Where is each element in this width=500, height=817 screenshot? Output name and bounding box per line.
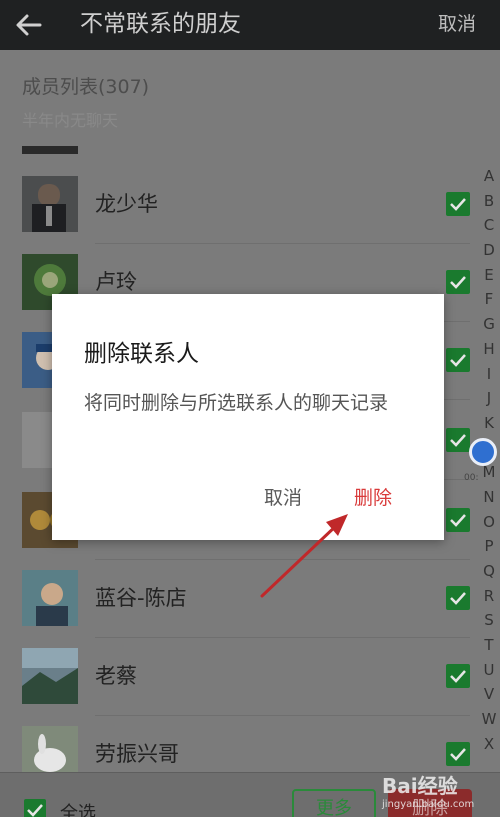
watermark-brand: Bai经验 <box>382 774 458 798</box>
contact-name: 老蔡 <box>95 664 137 688</box>
dialog-delete-button[interactable]: 删除 <box>354 483 392 510</box>
more-button[interactable]: 更多 <box>292 789 376 817</box>
avatar <box>22 570 78 626</box>
index-letter[interactable]: D <box>478 238 500 263</box>
index-letter[interactable]: H <box>478 337 500 362</box>
members-subtitle: 半年内无聊天 <box>22 111 119 130</box>
checkbox-checked-icon[interactable] <box>446 192 470 216</box>
index-letter[interactable]: T <box>478 633 500 658</box>
contact-name: 劳振兴哥 <box>95 742 179 766</box>
members-count-header: 成员列表(307) <box>22 76 150 98</box>
select-all-checkbox-icon[interactable] <box>24 799 46 817</box>
checkbox-checked-icon[interactable] <box>446 508 470 532</box>
dialog-title: 删除联系人 <box>84 341 199 367</box>
checkbox-checked-icon[interactable] <box>446 348 470 372</box>
top-bar: 不常联系的朋友 取消 <box>0 0 500 50</box>
list-item[interactable]: 蓝谷-陈店 <box>0 560 470 638</box>
index-letter[interactable]: J <box>478 386 500 411</box>
index-letter[interactable]: R <box>478 584 500 609</box>
index-letter[interactable]: X <box>478 732 500 757</box>
checkbox-checked-icon[interactable] <box>446 270 470 294</box>
contact-name: 龙少华 <box>95 192 158 216</box>
baidu-watermark: Bai经验 jingyan.baidu.com <box>382 770 494 814</box>
dialog-message: 将同时删除与所选联系人的聊天记录 <box>84 392 389 414</box>
scroll-label: 00: <box>464 473 479 483</box>
index-letter[interactable]: I <box>478 362 500 387</box>
index-letter[interactable]: P <box>478 534 500 559</box>
contact-name: 蓝谷-陈店 <box>95 586 187 610</box>
delete-contact-dialog: 删除联系人 将同时删除与所选联系人的聊天记录 取消 删除 <box>52 294 444 540</box>
page-title: 不常联系的朋友 <box>80 11 241 37</box>
index-letter[interactable]: S <box>478 608 500 633</box>
index-letter[interactable]: Q <box>478 559 500 584</box>
list-item[interactable]: 龙少华 <box>0 166 470 244</box>
index-letter[interactable]: V <box>478 682 500 707</box>
index-letter[interactable]: C <box>478 213 500 238</box>
dialog-cancel-button[interactable]: 取消 <box>264 483 302 510</box>
checkbox-checked-icon[interactable] <box>446 742 470 766</box>
index-letter[interactable]: F <box>478 287 500 312</box>
index-letter[interactable]: E <box>478 263 500 288</box>
index-letter[interactable]: A <box>478 164 500 189</box>
index-letter[interactable]: K <box>478 411 500 436</box>
avatar <box>22 648 78 704</box>
checkbox-checked-icon[interactable] <box>446 664 470 688</box>
watermark-url: jingyan.baidu.com <box>382 799 475 810</box>
contact-name: 卢玲 <box>95 270 137 294</box>
scroll-thumb[interactable] <box>469 438 497 466</box>
avatar <box>22 176 78 232</box>
index-letter[interactable]: B <box>478 189 500 214</box>
index-letter[interactable]: G <box>478 312 500 337</box>
index-letter[interactable]: N <box>478 485 500 510</box>
list-item[interactable]: 老蔡 <box>0 638 470 716</box>
index-letter[interactable]: U <box>478 658 500 683</box>
back-arrow-icon[interactable] <box>12 8 46 42</box>
checkbox-checked-icon[interactable] <box>446 586 470 610</box>
select-all-label[interactable]: 全选 <box>60 799 96 817</box>
checkbox-checked-icon[interactable] <box>446 428 470 452</box>
partial-avatar <box>22 146 78 154</box>
index-letter[interactable]: O <box>478 510 500 535</box>
index-letter[interactable]: W <box>478 707 500 732</box>
cancel-button[interactable]: 取消 <box>438 9 476 39</box>
